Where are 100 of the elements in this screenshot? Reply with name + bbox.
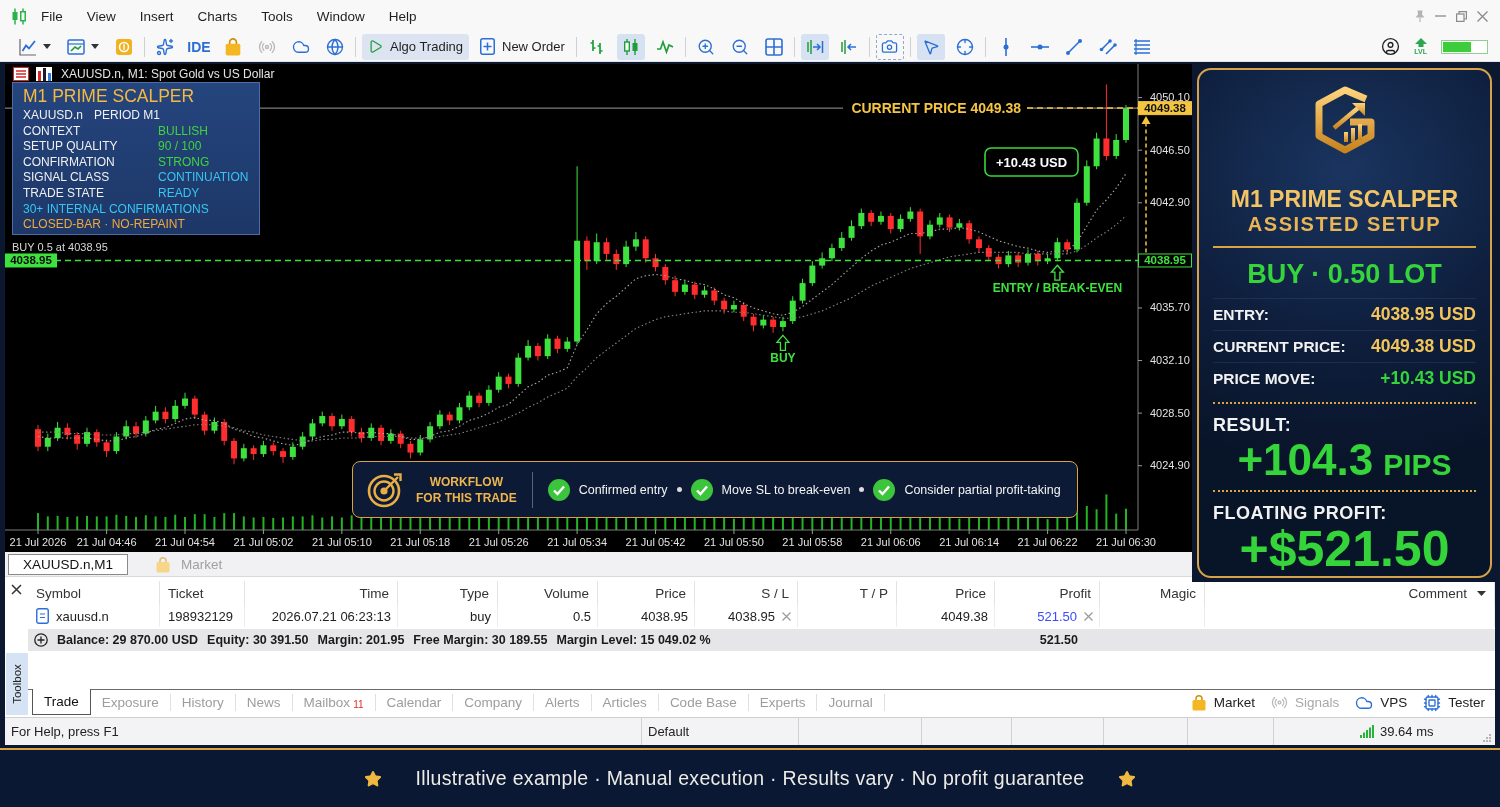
document-icon bbox=[36, 608, 49, 624]
period-text: PERIOD M1 bbox=[94, 108, 161, 124]
menu-item[interactable]: Tools bbox=[251, 4, 303, 28]
candle bbox=[681, 279, 688, 296]
account-summary-item: Equity: 30 391.50 bbox=[207, 633, 309, 647]
caret-icon bbox=[1477, 590, 1486, 596]
time-axis-label: 21 Jul 04:46 bbox=[76, 536, 137, 548]
zoom-out-icon bbox=[730, 37, 749, 56]
sparkles-icon bbox=[156, 37, 174, 56]
candlestick-icon bbox=[11, 7, 27, 25]
candle bbox=[123, 419, 130, 440]
menu-item[interactable]: Help bbox=[378, 4, 427, 28]
candle bbox=[642, 235, 649, 264]
column-header[interactable]: Type bbox=[398, 581, 498, 605]
candle bbox=[877, 211, 884, 226]
candle bbox=[936, 212, 943, 229]
service-tab[interactable]: Market bbox=[1190, 694, 1255, 711]
toolbox-side-tab[interactable]: Toolbox bbox=[5, 653, 28, 715]
signal-bars-icon bbox=[1360, 725, 1374, 738]
bar-chart-icon bbox=[36, 67, 52, 81]
price-axis-label: 4032.10 bbox=[1150, 354, 1190, 367]
plus-circle-icon[interactable] bbox=[34, 633, 48, 647]
ping-text: 39.64 ms bbox=[1380, 724, 1434, 739]
column-header[interactable]: Ticket bbox=[160, 581, 245, 605]
trend-line-icon bbox=[1064, 37, 1083, 56]
trade-signal: BUY · 0.50 LOT bbox=[1247, 258, 1442, 290]
candle bbox=[770, 316, 777, 334]
menu-item[interactable]: Window bbox=[306, 4, 375, 28]
candle bbox=[172, 399, 179, 423]
chart-title: XAUUSD.n, M1: Spot Gold vs US Dollar bbox=[61, 67, 275, 81]
candle bbox=[897, 213, 904, 233]
menu-item[interactable]: File bbox=[31, 4, 73, 28]
candle bbox=[280, 447, 287, 464]
candle bbox=[730, 300, 737, 313]
indicator-label: CONTEXT bbox=[23, 123, 82, 140]
price-axis-label: 4042.90 bbox=[1150, 196, 1190, 209]
column-header[interactable]: T / P bbox=[798, 581, 897, 605]
candle bbox=[701, 285, 708, 299]
time-axis-label: 21 Jul 06:14 bbox=[939, 536, 1000, 548]
screenshot-button[interactable] bbox=[875, 33, 904, 60]
candle bbox=[162, 406, 169, 424]
panel-tab[interactable]: Trade bbox=[32, 688, 91, 715]
column-header[interactable]: Profit bbox=[995, 581, 1100, 605]
column-header[interactable]: S / L bbox=[695, 581, 798, 605]
cursor-icon bbox=[921, 37, 940, 56]
candlestick-icon bbox=[621, 37, 640, 56]
candle bbox=[858, 208, 865, 230]
total-profit: 521.50 bbox=[1038, 632, 1079, 649]
candle bbox=[1034, 250, 1041, 267]
candle bbox=[603, 237, 610, 261]
cursor-tool-button[interactable] bbox=[916, 33, 945, 60]
candle bbox=[1054, 237, 1061, 262]
service-tab[interactable]: Tester bbox=[1423, 693, 1485, 712]
column-header[interactable]: Volume bbox=[498, 581, 598, 605]
shopping-bag-icon bbox=[1190, 694, 1207, 711]
column-header[interactable]: Price bbox=[897, 581, 995, 605]
new-order-button[interactable]: New Order bbox=[474, 33, 571, 60]
account-summary-item: Balance: 29 870.00 USD bbox=[57, 633, 199, 647]
candle bbox=[476, 392, 483, 408]
restore-icon[interactable] bbox=[1456, 10, 1467, 22]
globe-icon bbox=[326, 37, 344, 56]
candle bbox=[593, 232, 600, 265]
ide-button[interactable]: IDE bbox=[185, 33, 213, 60]
candle bbox=[966, 219, 973, 245]
account-summary-item: Free Margin: 30 189.55 bbox=[413, 633, 548, 647]
column-header[interactable]: Price bbox=[598, 581, 695, 605]
play-icon bbox=[368, 39, 383, 54]
column-header[interactable]: Symbol bbox=[28, 581, 160, 605]
candle bbox=[446, 411, 453, 426]
candle bbox=[260, 440, 267, 458]
candle bbox=[946, 213, 953, 233]
menu-item[interactable]: View bbox=[76, 4, 126, 28]
menu-item[interactable]: Insert bbox=[129, 4, 184, 28]
auto-scroll-button[interactable] bbox=[800, 33, 829, 60]
candle bbox=[1123, 104, 1129, 144]
signal-label: BUY bbox=[770, 351, 796, 366]
candle bbox=[544, 333, 551, 360]
candle bbox=[289, 441, 296, 461]
arrow-up-icon bbox=[1414, 38, 1427, 47]
column-header[interactable]: Time bbox=[245, 581, 398, 605]
candle bbox=[74, 431, 81, 451]
chart-tab[interactable]: XAUUSD.n,M1 bbox=[8, 554, 129, 575]
result-unit: PIPS bbox=[1383, 447, 1452, 483]
candle bbox=[152, 405, 159, 424]
parallel-lines-icon bbox=[1098, 37, 1117, 56]
horizontal-line-icon bbox=[1030, 43, 1049, 50]
close-icon[interactable] bbox=[11, 584, 22, 595]
up-arrow-icon bbox=[1049, 264, 1065, 281]
indicator-note: 30+ INTERNAL CONFIRMATIONS bbox=[23, 201, 210, 218]
algo-trading-button[interactable]: Algo Trading bbox=[362, 33, 469, 60]
setup-value: +10.43 USD bbox=[1380, 368, 1476, 389]
chart-type-button[interactable] bbox=[616, 33, 645, 60]
candle bbox=[907, 206, 914, 223]
menu-item[interactable]: Charts bbox=[187, 4, 248, 28]
time-axis-label: 21 Jul 05:42 bbox=[625, 536, 686, 548]
time-axis-label: 21 Jul 2026 bbox=[9, 536, 67, 548]
document-plus-icon bbox=[480, 38, 495, 55]
current-price-label: CURRENT PRICE 4049.38 bbox=[851, 100, 1021, 117]
service-tab[interactable]: VPS bbox=[1355, 693, 1408, 712]
candle bbox=[1005, 250, 1012, 268]
